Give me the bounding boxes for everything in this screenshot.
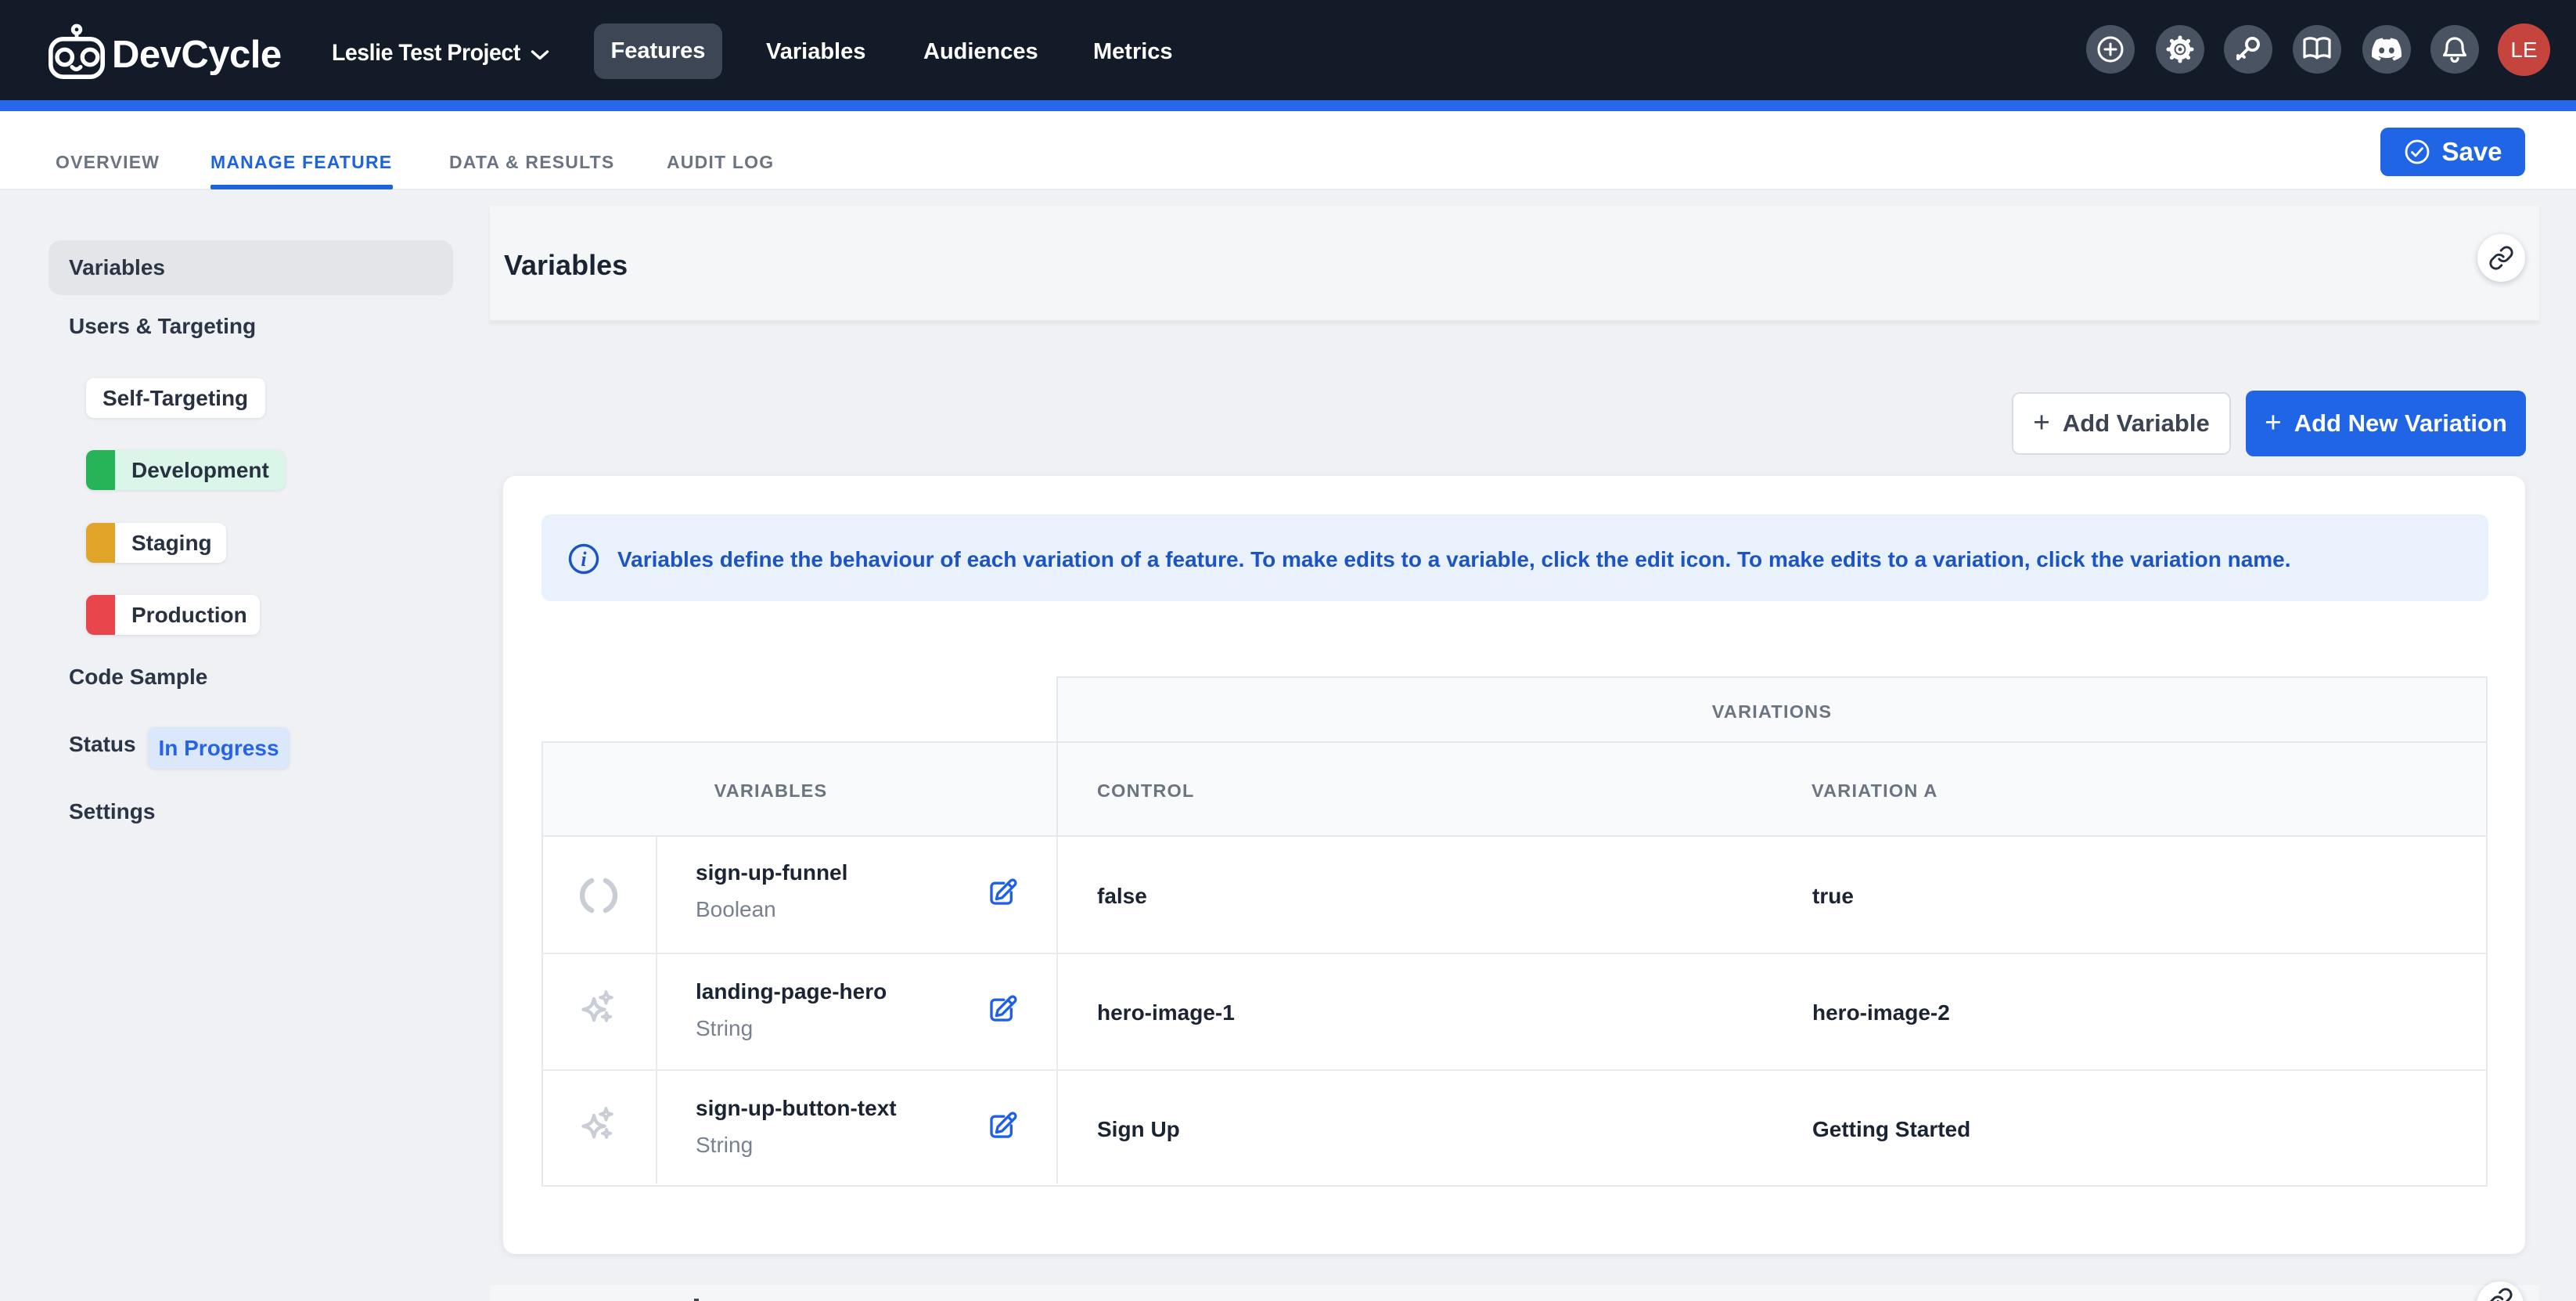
svg-text:i: i [581,548,587,571]
